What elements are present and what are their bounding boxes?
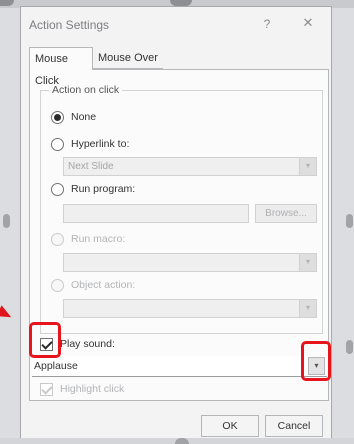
action-on-click-group: Action on click None Hyperlink to: Next … [40, 84, 323, 334]
backdrop-bottom-edge [0, 438, 354, 444]
hyperlink-select[interactable]: Next Slide ▾ [63, 157, 317, 176]
help-button[interactable]: ? [258, 15, 276, 33]
sound-value: Applause [34, 360, 78, 372]
selection-handle [3, 214, 10, 228]
screenshot-stage: Action Settings ? ✕ Mouse Click Mouse Ov… [0, 0, 354, 444]
selection-handle [175, 438, 189, 444]
radio-label-none: None [71, 111, 97, 123]
annotation-arrow-icon [0, 305, 14, 323]
tab-mouse-click[interactable]: Mouse Click [29, 47, 93, 87]
annotation-box-checkbox [29, 322, 61, 358]
radio-object-action[interactable] [51, 279, 64, 292]
radio-run-program[interactable] [51, 183, 64, 196]
ok-button[interactable]: OK [201, 415, 259, 437]
action-settings-dialog: Action Settings ? ✕ Mouse Click Mouse Ov… [20, 6, 332, 444]
cancel-button[interactable]: Cancel [265, 415, 323, 437]
sound-select[interactable]: Applause ▾ [32, 356, 327, 377]
highlight-click-checkbox[interactable] [40, 383, 53, 396]
radio-label-hyperlink: Hyperlink to: [71, 138, 130, 150]
highlight-click-label: Highlight click [60, 383, 125, 395]
group-label: Action on click [49, 84, 123, 96]
radio-none[interactable] [51, 111, 64, 124]
close-button[interactable]: ✕ [299, 14, 317, 32]
play-sound-label: Play sound: [60, 338, 115, 350]
radio-hyperlink[interactable] [51, 138, 64, 151]
chevron-down-icon[interactable]: ▾ [299, 158, 316, 175]
chevron-down-icon[interactable]: ▾ [299, 300, 316, 317]
tab-mouse-over[interactable]: Mouse Over [93, 47, 163, 69]
tab-panel: Action on click None Hyperlink to: Next … [29, 69, 329, 401]
annotation-box-dropdown [301, 341, 331, 381]
selection-handle [346, 340, 353, 354]
radio-label-run-macro: Run macro: [71, 233, 126, 245]
dialog-title: Action Settings [29, 18, 110, 32]
selection-handle [346, 214, 353, 228]
backdrop-knob [0, 0, 14, 6]
program-path-input[interactable] [63, 204, 249, 223]
radio-label-object-action: Object action: [71, 279, 136, 291]
radio-run-macro[interactable] [51, 233, 64, 246]
radio-label-run-program: Run program: [71, 183, 136, 195]
hyperlink-value: Next Slide [68, 161, 114, 172]
chevron-down-icon[interactable]: ▾ [299, 254, 316, 271]
title-bar: Action Settings ? ✕ [21, 7, 331, 41]
browse-button[interactable]: Browse... [255, 204, 317, 223]
macro-select[interactable]: ▾ [63, 253, 317, 272]
object-action-select[interactable]: ▾ [63, 299, 317, 318]
